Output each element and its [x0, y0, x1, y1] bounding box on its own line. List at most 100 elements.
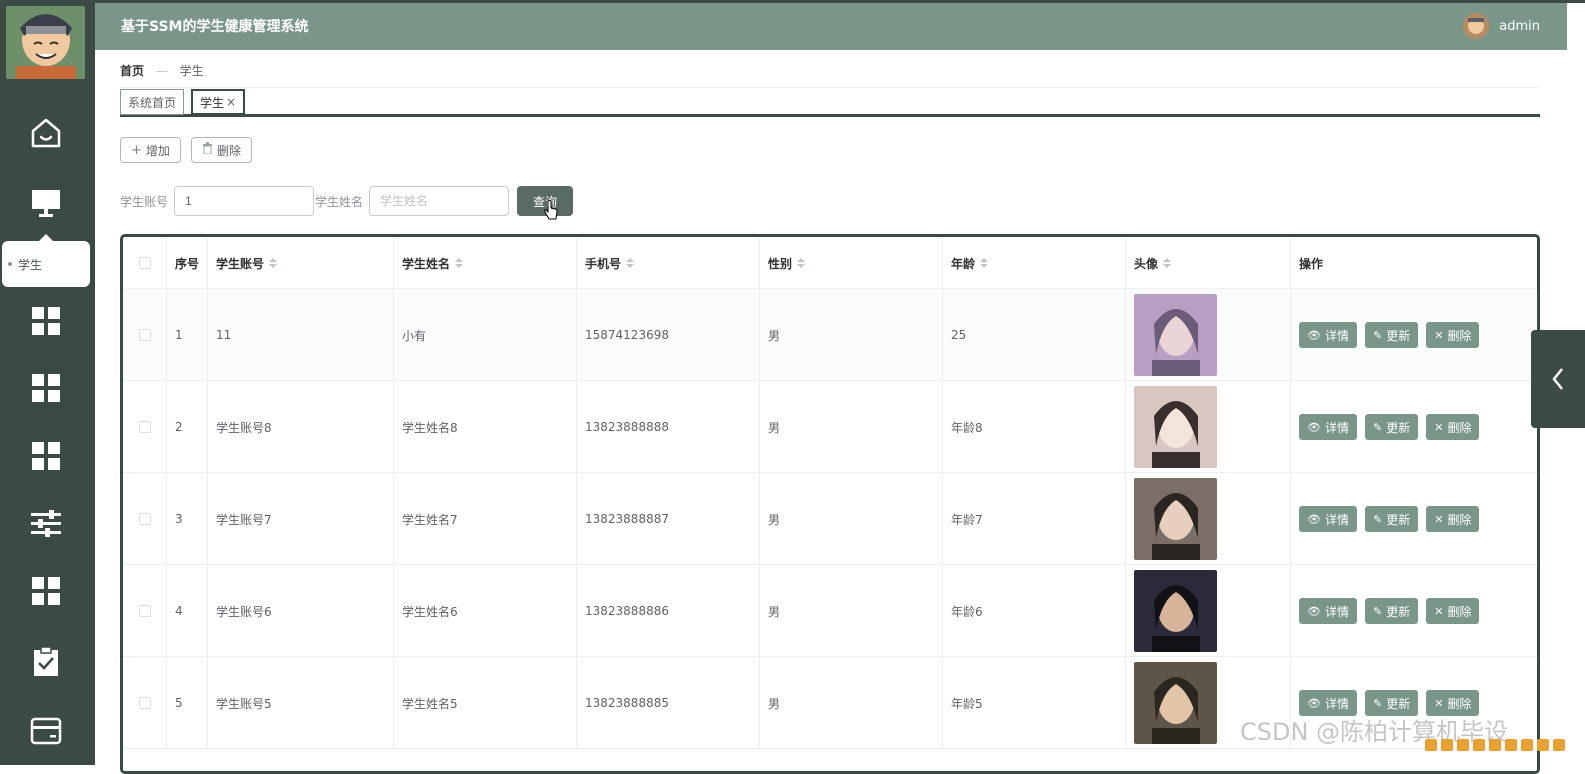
- action-label: 详情: [1324, 604, 1349, 619]
- cell-gender: 男: [760, 381, 943, 473]
- delete-row-button[interactable]: ✕ 删除: [1426, 506, 1480, 532]
- monitor-icon[interactable]: [28, 185, 64, 221]
- row-checkbox[interactable]: [138, 513, 151, 525]
- cell-text: 年龄8: [951, 420, 983, 435]
- tab-system-home[interactable]: 系统首页: [120, 89, 185, 115]
- cell-text: 学生姓名5: [402, 696, 458, 711]
- column-header-account[interactable]: 学生账号: [208, 237, 394, 289]
- add-label: 增加: [145, 143, 170, 158]
- cell-text: 2: [175, 420, 183, 434]
- table-row: 4 学生账号6 学生姓名6 13823888886 男 年龄6 👁 详情 ✎ 更新 ✕ 删除: [123, 565, 1537, 657]
- actions-cell: 👁 详情 ✎ 更新 ✕ 删除: [1291, 473, 1537, 565]
- sidebar-item-student[interactable]: 学生: [2, 234, 90, 287]
- column-header-phone[interactable]: 手机号: [577, 237, 760, 289]
- row-checkbox[interactable]: [138, 329, 151, 341]
- column-header-actions: 操作: [1291, 237, 1537, 289]
- update-button[interactable]: ✎ 更新: [1364, 598, 1419, 624]
- column-label: 年龄: [951, 256, 976, 271]
- cell-text: 学生姓名8: [402, 420, 458, 435]
- active-caret: [39, 234, 53, 241]
- account-input[interactable]: [174, 186, 314, 216]
- update-button[interactable]: ✎ 更新: [1364, 322, 1419, 348]
- close-icon[interactable]: ×: [226, 95, 236, 109]
- grid-icon[interactable]: [28, 573, 64, 609]
- card-icon[interactable]: [28, 713, 64, 749]
- username: admin: [1499, 18, 1540, 34]
- sort-icon[interactable]: [797, 257, 806, 269]
- clipboard-check-icon[interactable]: [28, 643, 64, 679]
- cell-text: 学生账号6: [216, 604, 272, 619]
- eye-icon: 👁: [1307, 328, 1321, 342]
- grid-icon[interactable]: [28, 438, 64, 474]
- delete-button[interactable]: 删除: [191, 137, 253, 163]
- cell-text: 1: [175, 328, 183, 342]
- column-header-gender[interactable]: 性别: [760, 237, 943, 289]
- cell-no: 4: [167, 565, 208, 657]
- cell-account: 学生账号6: [208, 565, 394, 657]
- row-checkbox[interactable]: [138, 421, 151, 433]
- select-all-checkbox[interactable]: [138, 257, 151, 269]
- select-all-cell: [123, 237, 167, 289]
- home-icon[interactable]: [28, 115, 64, 151]
- detail-button[interactable]: 👁 详情: [1299, 414, 1357, 440]
- delete-row-button[interactable]: ✕ 删除: [1426, 322, 1480, 348]
- action-label: 删除: [1447, 512, 1472, 527]
- edit-icon: ✎: [1372, 604, 1383, 618]
- column-header-name[interactable]: 学生姓名: [394, 237, 577, 289]
- student-avatar-image: [1134, 478, 1217, 560]
- column-header-age[interactable]: 年龄: [943, 237, 1126, 289]
- sort-icon[interactable]: [980, 257, 989, 269]
- tab-student[interactable]: 学生 ×: [191, 89, 246, 115]
- sort-icon[interactable]: [626, 257, 635, 269]
- column-label: 性别: [768, 256, 793, 271]
- collapse-panel-button[interactable]: [1531, 330, 1585, 428]
- eye-icon: 👁: [1307, 696, 1321, 710]
- update-button[interactable]: ✎ 更新: [1364, 506, 1419, 532]
- grid-icon[interactable]: [28, 303, 64, 339]
- tab-label: 系统首页: [128, 95, 177, 110]
- action-label: 删除: [1447, 604, 1472, 619]
- cell-text: 13823888887: [585, 512, 669, 526]
- column-header-avatar[interactable]: 头像: [1126, 237, 1291, 289]
- cell-no: 3: [167, 473, 208, 565]
- cell-gender: 男: [760, 473, 943, 565]
- cell-name: 学生姓名7: [394, 473, 577, 565]
- close-icon: ✕: [1434, 420, 1444, 434]
- detail-button[interactable]: 👁 详情: [1299, 598, 1357, 624]
- breadcrumb-home[interactable]: 首页: [120, 64, 144, 78]
- cell-age: 年龄6: [943, 565, 1126, 657]
- sort-icon[interactable]: [269, 257, 278, 269]
- column-label: 头像: [1134, 256, 1159, 271]
- delete-row-button[interactable]: ✕ 删除: [1426, 414, 1480, 440]
- cell-text: 25: [951, 328, 967, 342]
- tray-icon: [1441, 739, 1453, 751]
- eye-icon: 👁: [1307, 420, 1321, 434]
- cell-text: 13823888886: [585, 604, 669, 618]
- detail-button[interactable]: 👁 详情: [1299, 322, 1357, 348]
- add-button[interactable]: + 增加: [120, 137, 181, 163]
- name-input[interactable]: [369, 186, 509, 216]
- sidebar: 学生: [0, 0, 95, 765]
- cell-text: 男: [768, 604, 781, 619]
- detail-button[interactable]: 👁 详情: [1299, 506, 1357, 532]
- row-checkbox[interactable]: [138, 697, 151, 709]
- cell-phone: 13823888886: [577, 565, 760, 657]
- sort-icon[interactable]: [1163, 257, 1172, 269]
- cell-age: 年龄5: [943, 657, 1126, 749]
- cell-account: 11: [208, 289, 394, 381]
- cell-no: 1: [167, 289, 208, 381]
- cell-age: 年龄7: [943, 473, 1126, 565]
- user-menu[interactable]: admin: [1463, 13, 1540, 39]
- action-label: 详情: [1324, 512, 1349, 527]
- table-row: 1 11 小有 15874123698 男 25 👁 详情 ✎ 更新 ✕ 删除: [123, 289, 1537, 381]
- row-checkbox[interactable]: [138, 605, 151, 617]
- sort-icon[interactable]: [455, 257, 464, 269]
- select-cell: [123, 381, 167, 473]
- delete-row-button[interactable]: ✕ 删除: [1426, 598, 1480, 624]
- cell-text: 5: [175, 696, 183, 710]
- grid-icon[interactable]: [28, 370, 64, 406]
- action-label: 详情: [1324, 696, 1349, 711]
- update-button[interactable]: ✎ 更新: [1364, 414, 1419, 440]
- breadcrumb-separator: —: [155, 64, 168, 78]
- sliders-icon[interactable]: [28, 506, 64, 542]
